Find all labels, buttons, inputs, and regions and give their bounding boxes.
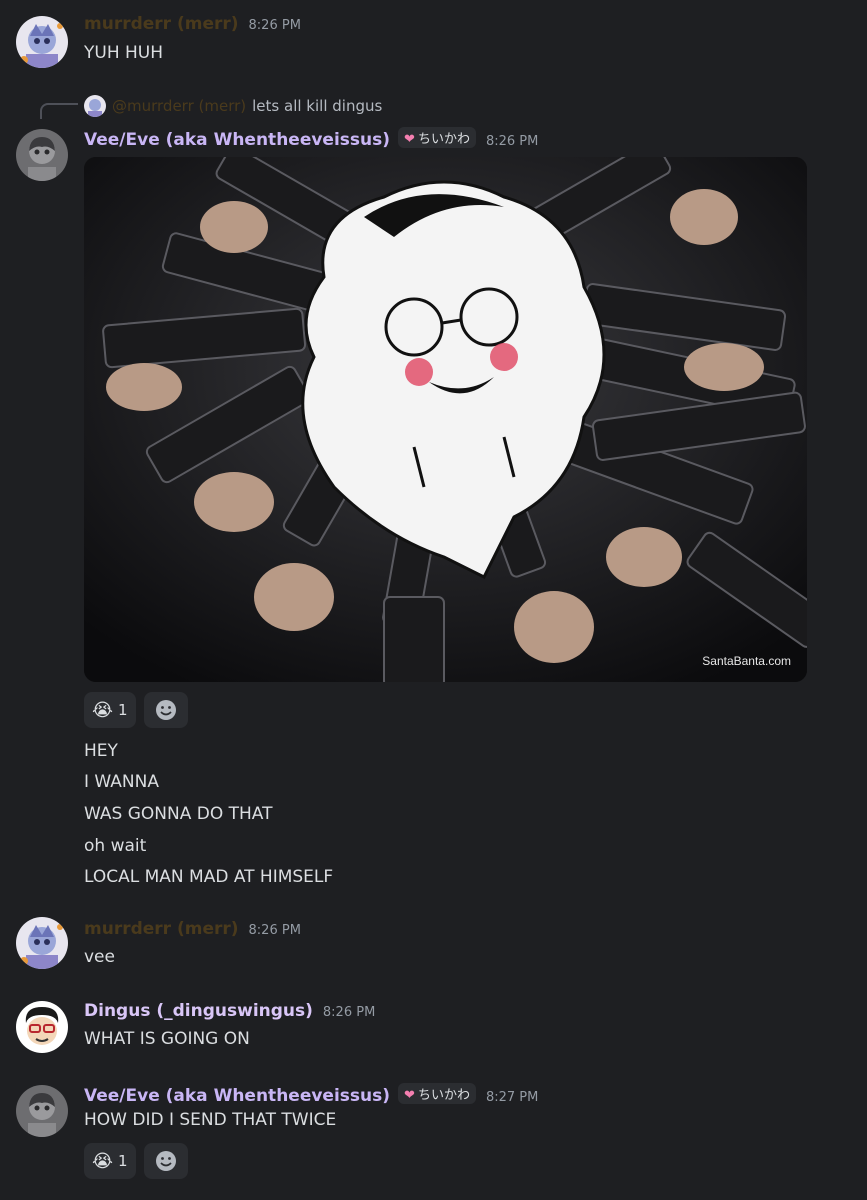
- heart-icon: ❤: [404, 1088, 415, 1103]
- author-label[interactable]: murrderr (merr): [84, 919, 239, 939]
- timestamp: 8:27 PM: [485, 1090, 539, 1105]
- message-text: HOW DID I SEND THAT TWICE: [84, 1110, 337, 1130]
- avatar-vee[interactable]: [16, 1085, 68, 1137]
- avatar-murrderr[interactable]: [16, 917, 68, 969]
- add-reaction-button[interactable]: [143, 692, 188, 728]
- reply-text[interactable]: lets all kill dingus: [252, 97, 382, 115]
- watermark: SantaBanta.com: [702, 654, 791, 668]
- reaction-crying[interactable]: 😭 1: [84, 1143, 136, 1179]
- message-text: WHAT IS GOING ON: [84, 1029, 250, 1049]
- add-reaction-button[interactable]: [143, 1143, 188, 1179]
- chat-log: murrderr (merr) 8:26 PM YUH HUH @murrderr…: [0, 0, 867, 1200]
- timestamp: 8:26 PM: [248, 18, 301, 33]
- message-text: oh wait: [84, 836, 147, 856]
- loudly-crying-face-icon: 😭: [92, 1150, 114, 1172]
- author-label[interactable]: Vee/Eve (aka Whentheeveissus): [84, 130, 390, 150]
- author-name[interactable]: Dingus (_dinguswingus) 8:26 PM: [84, 1001, 375, 1021]
- user-tag[interactable]: ❤ ちいかわ: [398, 1083, 476, 1104]
- author-label[interactable]: Dingus (_dinguswingus): [84, 1001, 313, 1021]
- image-attachment[interactable]: SantaBanta.com: [84, 157, 807, 682]
- reaction-bar: 😭 1: [84, 692, 188, 728]
- author-name[interactable]: Vee/Eve (aka Whentheeveissus) ❤ ちいかわ 8:27 P…: [84, 1083, 538, 1106]
- reaction-bar: 😭 1: [84, 1143, 188, 1179]
- avatar-vee[interactable]: [16, 129, 68, 181]
- tag-label: ちいかわ: [417, 1088, 470, 1103]
- message-text: HEY: [84, 741, 118, 761]
- author-name[interactable]: Vee/Eve (aka Whentheeveissus) ❤ ちいかわ 8:26 P…: [84, 127, 538, 150]
- reaction-count: 1: [118, 1152, 128, 1170]
- heart-icon: ❤: [404, 132, 415, 147]
- tag-label: ちいかわ: [417, 132, 470, 147]
- message-text: vee: [84, 947, 115, 967]
- user-tag[interactable]: ❤ ちいかわ: [398, 127, 476, 148]
- reply-preview[interactable]: @murrderr (merr) lets all kill dingus: [84, 95, 382, 117]
- reply-mention[interactable]: @murrderr (merr): [112, 97, 246, 115]
- avatar-murrderr[interactable]: [16, 16, 68, 68]
- meme-image: SantaBanta.com: [84, 157, 807, 682]
- reaction-count: 1: [118, 701, 128, 719]
- avatar-dingus[interactable]: [16, 1001, 68, 1053]
- timestamp: 8:26 PM: [485, 134, 539, 149]
- loudly-crying-face-icon: 😭: [92, 699, 114, 721]
- timestamp: 8:26 PM: [248, 923, 301, 938]
- smiley-face-icon: [155, 1151, 176, 1171]
- author-label[interactable]: Vee/Eve (aka Whentheeveissus): [84, 1086, 390, 1106]
- smiley-face-icon: [155, 700, 176, 720]
- author-name[interactable]: murrderr (merr) 8:26 PM: [84, 14, 301, 34]
- timestamp: 8:26 PM: [322, 1005, 376, 1020]
- message-text: YUH HUH: [84, 43, 164, 63]
- author-name[interactable]: murrderr (merr) 8:26 PM: [84, 919, 301, 939]
- reaction-crying[interactable]: 😭 1: [84, 692, 136, 728]
- message-text: LOCAL MAN MAD AT HIMSELF: [84, 867, 334, 887]
- author-label[interactable]: murrderr (merr): [84, 14, 239, 34]
- message-text: WAS GONNA DO THAT: [84, 804, 273, 824]
- reply-connector: [40, 103, 78, 119]
- reply-avatar: [84, 95, 106, 117]
- message-text: I WANNA: [84, 772, 159, 792]
